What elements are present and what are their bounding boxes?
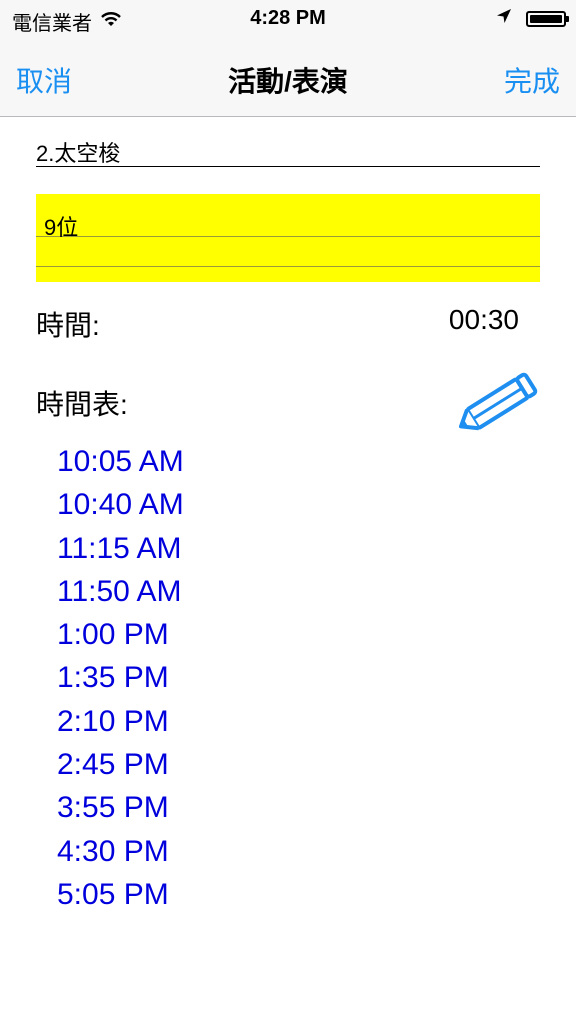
schedule-label: 時間表: xyxy=(36,389,128,420)
schedule-time-item[interactable]: 1:00 PM xyxy=(57,617,184,660)
notes-ruled-line xyxy=(36,266,540,267)
schedule-time-item[interactable]: 1:35 PM xyxy=(57,660,184,703)
location-arrow-icon xyxy=(496,8,512,29)
duration-value: 00:30 xyxy=(448,304,519,335)
notes-ruled-line xyxy=(36,236,540,237)
battery-icon xyxy=(526,10,569,27)
cancel-button[interactable]: 取消 xyxy=(16,60,72,100)
activity-name-field[interactable] xyxy=(36,138,540,167)
schedule-time-item[interactable]: 2:10 PM xyxy=(57,704,184,747)
schedule-time-item[interactable]: 5:05 PM xyxy=(57,877,184,920)
schedule-time-item[interactable]: 4:30 PM xyxy=(57,834,184,877)
battery-level xyxy=(530,14,562,23)
notes-text: 9位 xyxy=(44,215,79,240)
pencil-icon[interactable] xyxy=(456,368,546,434)
status-time: 4:28 PM xyxy=(250,7,326,29)
schedule-time-item[interactable]: 2:45 PM xyxy=(57,747,184,790)
navigation-bar: 取消 活動/表演 完成 xyxy=(0,40,576,117)
done-button[interactable]: 完成 xyxy=(504,60,560,100)
schedule-time-item[interactable]: 10:40 AM xyxy=(57,487,184,530)
schedule-time-item[interactable]: 11:15 AM xyxy=(57,531,184,574)
schedule-list: 10:05 AM 10:40 AM 11:15 AM 11:50 AM 1:00 PM 1… xyxy=(57,444,184,920)
schedule-time-item[interactable]: 11:50 AM xyxy=(57,574,184,617)
status-bar: 電信業者 4:28 PM xyxy=(0,0,576,40)
page-title: 活動/表演 xyxy=(228,66,348,97)
schedule-time-item[interactable]: 3:55 PM xyxy=(57,790,184,833)
schedule-time-item[interactable]: 10:05 AM xyxy=(57,444,184,487)
duration-label: 時間: xyxy=(36,310,100,341)
notes-field[interactable]: 9位 xyxy=(36,194,540,282)
